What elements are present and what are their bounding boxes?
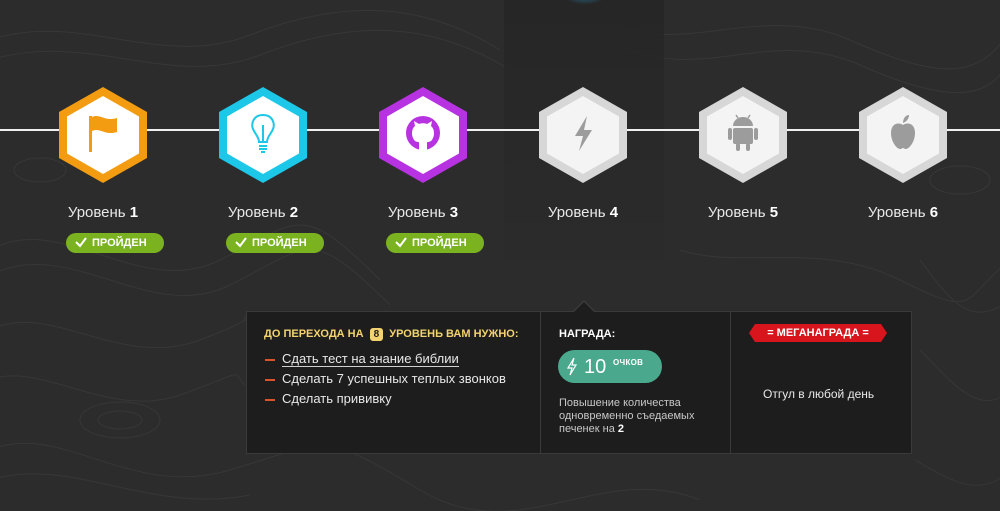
level-4[interactable]: Уровень 4 (523, 85, 643, 221)
requirement-item: Сделать 7 успешных теплых звонков (264, 369, 524, 389)
level-5-label: Уровень 5 (707, 204, 779, 221)
level-5[interactable]: Уровень 5 (683, 85, 803, 221)
level-2-completed-badge: ПРОЙДЕН (226, 233, 324, 253)
check-icon (395, 237, 407, 248)
check-icon (75, 237, 87, 248)
requirements-list: Сдать тест на знание библии Сделать 7 ус… (264, 349, 524, 409)
mega-reward-text: Отгул в любой день (763, 387, 875, 401)
level-3-completed-badge: ПРОЙДЕН (386, 233, 484, 253)
level-1-label: Уровень 1 (67, 204, 139, 221)
requirements-title: ДО ПЕРЕХОДА НА 8 УРОВЕНЬ ВАМ НУЖНО: (264, 328, 519, 341)
level-2-hexagon (219, 87, 307, 183)
reward-description: Повышение количества одновременно съедае… (559, 397, 695, 435)
level-1-hexagon (59, 87, 147, 183)
level-3-label: Уровень 3 (387, 204, 459, 221)
level-3[interactable]: Уровень 3 ПРОЙДЕН (363, 85, 484, 253)
level-4-hexagon (539, 87, 627, 183)
level-1[interactable]: Уровень 1 ПРОЙДЕН (43, 85, 164, 253)
reward-title: НАГРАДА: (559, 328, 616, 340)
level-3-hexagon (379, 87, 467, 183)
level-2[interactable]: Уровень 2 ПРОЙДЕН (203, 85, 324, 253)
requirement-item[interactable]: Сдать тест на знание библии (264, 349, 524, 369)
level-6-hexagon (859, 87, 947, 183)
panel-pointer-fill (574, 302, 594, 312)
points-value: 10 (584, 356, 607, 378)
mega-reward-badge: = МЕГАНАГРАДА = (749, 324, 887, 342)
level-2-label: Уровень 2 (227, 204, 299, 221)
panel-divider (540, 312, 541, 453)
level-6-label: Уровень 6 (867, 204, 939, 221)
level-5-hexagon (699, 87, 787, 183)
github-icon (406, 116, 440, 150)
requirement-item: Сделать прививку (264, 389, 524, 409)
panel-divider (730, 312, 731, 453)
lightning-icon (566, 357, 578, 376)
points-pill: 10 ОЧКОВ (558, 350, 662, 383)
points-unit: ОЧКОВ (613, 358, 644, 367)
level-6[interactable]: Уровень 6 (843, 85, 963, 221)
level-info-panel: ДО ПЕРЕХОДА НА 8 УРОВЕНЬ ВАМ НУЖНО: Сдат… (246, 311, 912, 454)
check-icon (235, 237, 247, 248)
level-4-label: Уровень 4 (547, 204, 619, 221)
level-1-completed-badge: ПРОЙДЕН (66, 233, 164, 253)
target-level-number: 8 (369, 328, 384, 341)
